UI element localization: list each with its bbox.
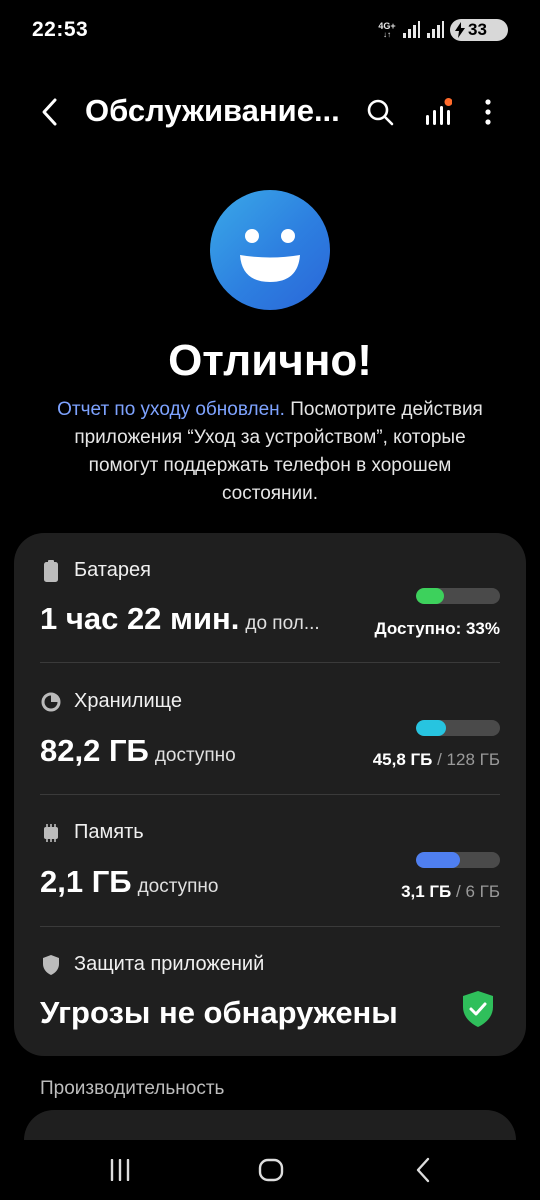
status-description: Отчет по уходу обновлен. Посмотрите дейс… [40, 396, 500, 508]
status-bar: 22:53 4G+ ↓↑ 33 [0, 0, 540, 60]
memory-usage-text: 3,1 ГБ / 6 ГБ [401, 882, 500, 901]
battery-time-suffix: до пол... [245, 613, 320, 634]
more-icon [485, 99, 491, 125]
back-icon [42, 98, 57, 126]
battery-available: Доступно: 33% [374, 619, 500, 638]
battery-time-remaining: 1 час 22 мин. до пол... [40, 601, 320, 636]
storage-section[interactable]: Хранилище 82,2 ГБ доступно 45,8 ГБ / 128 … [14, 663, 526, 795]
home-icon [258, 1158, 284, 1182]
battery-label: Батарея [74, 559, 151, 581]
diagnostics-button[interactable] [418, 92, 458, 132]
care-report-link[interactable]: Отчет по уходу обновлен. [57, 399, 285, 420]
home-button[interactable] [251, 1152, 291, 1188]
storage-available: 82,2 ГБ доступно [40, 733, 236, 768]
search-icon [367, 99, 394, 126]
threat-status: Угрозы не обнаружены [40, 995, 398, 1030]
recent-apps-icon [110, 1159, 130, 1181]
charging-bolt-icon [455, 22, 465, 38]
notification-dot [444, 98, 452, 106]
storage-pie-icon [40, 691, 62, 713]
battery-level-fill [416, 588, 444, 604]
status-title: Отлично! [168, 336, 372, 385]
memory-usage-fill [416, 852, 460, 868]
status-smiley-icon [210, 190, 330, 310]
shield-icon [40, 954, 62, 976]
storage-total: 128 ГБ [446, 750, 500, 769]
memory-usage-bar [416, 852, 500, 868]
search-button[interactable] [360, 92, 400, 132]
storage-used: 45,8 ГБ [372, 750, 433, 769]
more-options-button[interactable] [468, 92, 508, 132]
memory-used: 3,1 ГБ [401, 882, 452, 901]
back-button[interactable] [30, 92, 70, 132]
battery-section[interactable]: Батарея 1 час 22 мин. до пол... Доступно:… [14, 533, 526, 663]
battery-level-bar [416, 588, 500, 604]
signal-chart-icon [426, 98, 452, 125]
memory-section[interactable]: Память 2,1 ГБ доступно 3,1 ГБ / 6 ГБ [14, 795, 526, 927]
performance-section-title: Производительность [40, 1078, 225, 1099]
back-nav-icon [416, 1157, 430, 1183]
memory-available-suffix: доступно [137, 876, 219, 897]
network-type-label: 4G+ ↓↑ [378, 20, 396, 39]
memory-available: 2,1 ГБ доступно [40, 864, 219, 899]
shield-check-icon [463, 991, 493, 1027]
memory-chip-icon [40, 822, 62, 844]
status-time: 22:53 [32, 18, 89, 41]
storage-usage-text: 45,8 ГБ / 128 ГБ [372, 750, 500, 769]
memory-total: 6 ГБ [465, 882, 500, 901]
page-title: Обслуживание... [85, 93, 340, 128]
device-care-card: Батарея 1 час 22 мин. до пол... Доступно:… [14, 533, 526, 1056]
signal-icon-2 [427, 21, 444, 38]
recent-apps-button[interactable] [100, 1152, 140, 1188]
battery-indicator: 33 [450, 19, 508, 41]
battery-icon [40, 559, 62, 582]
storage-available-suffix: доступно [154, 745, 236, 766]
storage-label: Хранилище [74, 690, 182, 712]
status-indicators: 4G+ ↓↑ 33 [378, 18, 508, 42]
app-bar: Обслуживание... [0, 80, 540, 144]
navigation-bar [0, 1140, 540, 1200]
storage-usage-bar [416, 720, 500, 736]
back-nav-button[interactable] [403, 1152, 443, 1188]
memory-label: Память [74, 821, 144, 843]
signal-icon [403, 21, 420, 38]
storage-usage-fill [416, 720, 447, 736]
data-arrows-icon: ↓↑ [383, 29, 391, 39]
app-protection-label: Защита приложений [74, 953, 265, 975]
battery-level: 33 [468, 20, 487, 39]
app-protection-section[interactable]: Защита приложений Угрозы не обнаружены [14, 927, 526, 1056]
